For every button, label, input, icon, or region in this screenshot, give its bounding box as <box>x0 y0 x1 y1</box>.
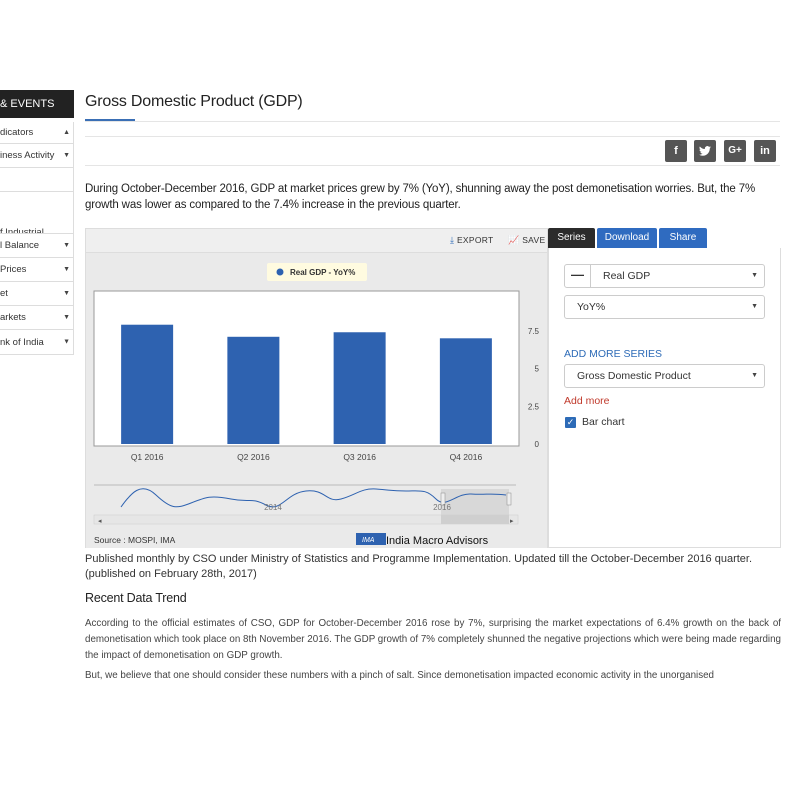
legend-label: Real GDP - YoY% <box>290 268 355 277</box>
sidebar-item-label: iness Activity <box>0 150 55 161</box>
navigator-selection <box>441 489 509 515</box>
chart-panel: ⤓ EXPORT 📈 SAVE Real GDP - YoY% 0 2.5 5 7.5 Q… <box>85 228 548 548</box>
sidebar-header: & EVENTS <box>0 90 74 118</box>
chevron-down-icon: ▼ <box>63 338 70 346</box>
y-tick-label: 0 <box>535 440 540 449</box>
sidebar-item-markets[interactable]: arkets ▼ <box>0 306 74 330</box>
add-series-select-value: Gross Domestic Product <box>577 370 691 382</box>
sidebar-item-indicators[interactable]: dicators ▲ <box>0 122 74 144</box>
bar-q1-2016 <box>121 324 174 444</box>
chart-toolbar: ⤓ EXPORT 📈 SAVE <box>86 229 547 253</box>
chevron-down-icon: ▼ <box>63 241 70 249</box>
paragraph: But, we believe that one should consider… <box>85 670 714 680</box>
y-tick-label: 2.5 <box>528 402 540 411</box>
navigator-scrollbar-thumb <box>441 515 509 524</box>
sidebar-item-business-activity[interactable]: iness Activity ▼ <box>0 144 74 168</box>
title-accent <box>85 119 135 121</box>
add-more-link[interactable]: Add more <box>564 395 610 407</box>
gdp-bar-chart: Real GDP - YoY% 0 2.5 5 7.5 Q1 2016 Q2 2016 Q3 … <box>93 263 540 547</box>
chart-source: Source : MOSPI, IMA <box>94 535 176 545</box>
sidebar-item-label: et <box>0 288 8 299</box>
bar-chart-checkbox[interactable]: ✓ <box>565 417 576 428</box>
chevron-down-icon: ▼ <box>63 265 70 273</box>
title-divider <box>85 121 780 122</box>
series-select[interactable]: — Real GDP ▼ <box>564 264 765 288</box>
export-label: EXPORT <box>456 235 494 245</box>
y-tick-label: 5 <box>535 365 540 374</box>
navigator-label: 2016 <box>433 503 451 512</box>
twitter-icon[interactable] <box>694 140 716 162</box>
google-plus-icon[interactable]: G+ <box>724 140 746 162</box>
sidebar-item-label: nk of India <box>0 337 44 348</box>
facebook-icon[interactable]: f <box>665 140 687 162</box>
sidebar-item-bank-of-india[interactable]: nk of India ▼ <box>0 330 74 355</box>
sidebar-item-blank[interactable] <box>0 168 74 192</box>
chevron-down-icon: ▼ <box>751 272 758 279</box>
share-divider-bottom <box>85 165 780 166</box>
scroll-right-arrow: ▸ <box>510 518 514 525</box>
x-tick-label: Q2 2016 <box>237 452 270 462</box>
x-tick-label: Q3 2016 <box>343 452 376 462</box>
sidebar-item-industrial-production[interactable]: f Industrial tion <box>0 192 74 234</box>
ima-logo-text: IMA <box>362 537 375 544</box>
bar-q4-2016 <box>439 338 492 444</box>
bar-q2-2016 <box>227 336 280 444</box>
chart-area: Real GDP - YoY% 0 2.5 5 7.5 Q1 2016 Q2 2016 Q3 … <box>86 253 547 548</box>
linkedin-icon[interactable]: in <box>754 140 776 162</box>
chart-tabs: Series Download Share <box>548 228 781 248</box>
x-tick-label: Q4 2016 <box>450 452 483 462</box>
sidebar-item-balance[interactable]: l Balance ▼ <box>0 234 74 258</box>
line-chart-icon: 📈 <box>508 235 520 245</box>
twitter-bird-icon <box>699 146 711 156</box>
navigator-label: 2014 <box>264 503 282 512</box>
bar-q3-2016 <box>333 332 386 444</box>
recent-data-trend-heading: Recent Data Trend <box>85 591 187 605</box>
sidebar-item-prices[interactable]: Prices ▼ <box>0 258 74 282</box>
scroll-left-arrow: ◂ <box>98 518 102 525</box>
sidebar-item-label: l Balance <box>0 240 40 251</box>
chevron-down-icon: ▼ <box>63 151 70 159</box>
sidebar: & EVENTS dicators ▲ iness Activity ▼ f I… <box>0 90 74 355</box>
navigator-right-handle <box>506 492 512 506</box>
tab-series[interactable]: Series <box>548 228 595 248</box>
tab-share[interactable]: Share <box>659 228 707 248</box>
x-tick-label: Q1 2016 <box>131 452 164 462</box>
series-select-value: Real GDP <box>603 270 651 282</box>
publication-note: Published monthly by CSO under Ministry … <box>85 553 753 580</box>
sidebar-item-label: arkets <box>0 312 26 323</box>
intro-summary: During October-December 2016, GDP at mar… <box>85 183 756 211</box>
bar-chart-label: Bar chart <box>582 416 625 428</box>
page: & EVENTS dicators ▲ iness Activity ▼ f I… <box>0 0 794 794</box>
chevron-down-icon: ▼ <box>63 289 70 297</box>
add-more-series-heading: ADD MORE SERIES <box>564 348 663 360</box>
sidebar-item-label: f Industrial tion <box>0 227 44 234</box>
y-tick-label: 7.5 <box>528 327 540 336</box>
save-button[interactable]: 📈 SAVE <box>508 235 545 246</box>
paragraph: According to the official estimates of C… <box>85 618 781 661</box>
add-series-select[interactable]: Gross Domestic Product ▼ <box>564 364 765 388</box>
page-title: Gross Domestic Product (GDP) <box>85 93 303 110</box>
brand-name: India Macro Advisors <box>386 535 489 547</box>
chevron-up-icon: ▲ <box>63 128 70 136</box>
chevron-down-icon: ▼ <box>751 372 758 379</box>
measure-select[interactable]: YoY% ▼ <box>564 295 765 319</box>
tab-download[interactable]: Download <box>597 228 657 248</box>
measure-select-value: YoY% <box>577 301 606 313</box>
sidebar-item-label: Prices <box>0 264 27 275</box>
download-icon: ⤓ <box>450 235 455 245</box>
save-label: SAVE <box>522 235 546 245</box>
legend-marker <box>276 268 284 276</box>
share-divider-top <box>85 136 780 137</box>
sidebar-item-label: dicators <box>0 127 34 138</box>
remove-series-button[interactable]: — <box>565 265 591 287</box>
chevron-down-icon: ▼ <box>63 313 70 321</box>
sidebar-item-market[interactable]: et ▼ <box>0 282 74 306</box>
export-button[interactable]: ⤓ EXPORT <box>450 235 494 246</box>
chevron-down-icon: ▼ <box>751 303 758 310</box>
